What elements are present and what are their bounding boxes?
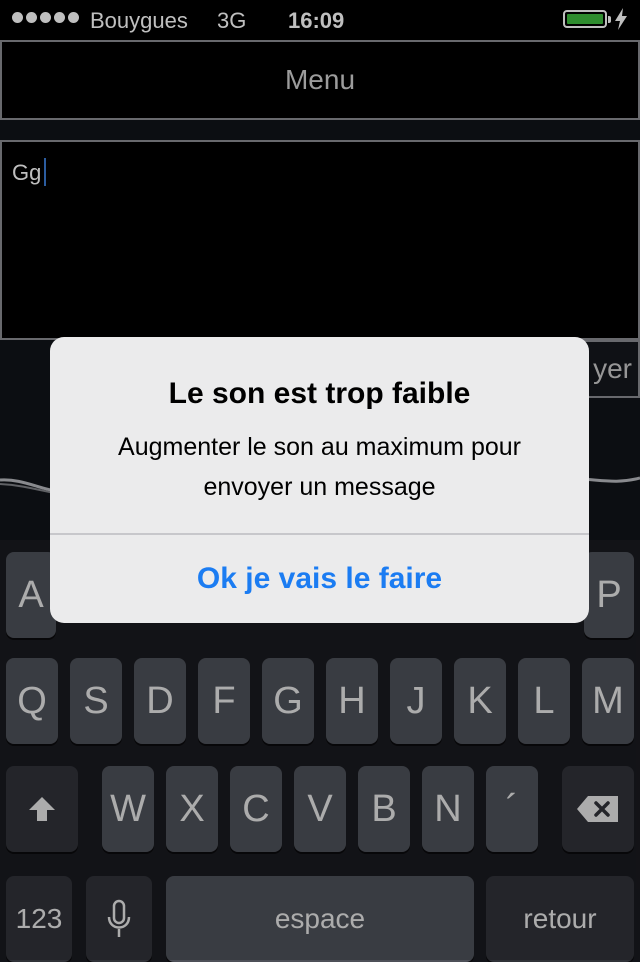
alert-message: Augmenter le son au maximum pour envoyer… (118, 433, 521, 501)
alert-dialog: Le son est trop faible Augmenter le son … (50, 337, 589, 623)
alert-ok-button[interactable]: Ok je vais le faire (50, 535, 589, 623)
alert-title: Le son est trop faible (168, 377, 471, 410)
